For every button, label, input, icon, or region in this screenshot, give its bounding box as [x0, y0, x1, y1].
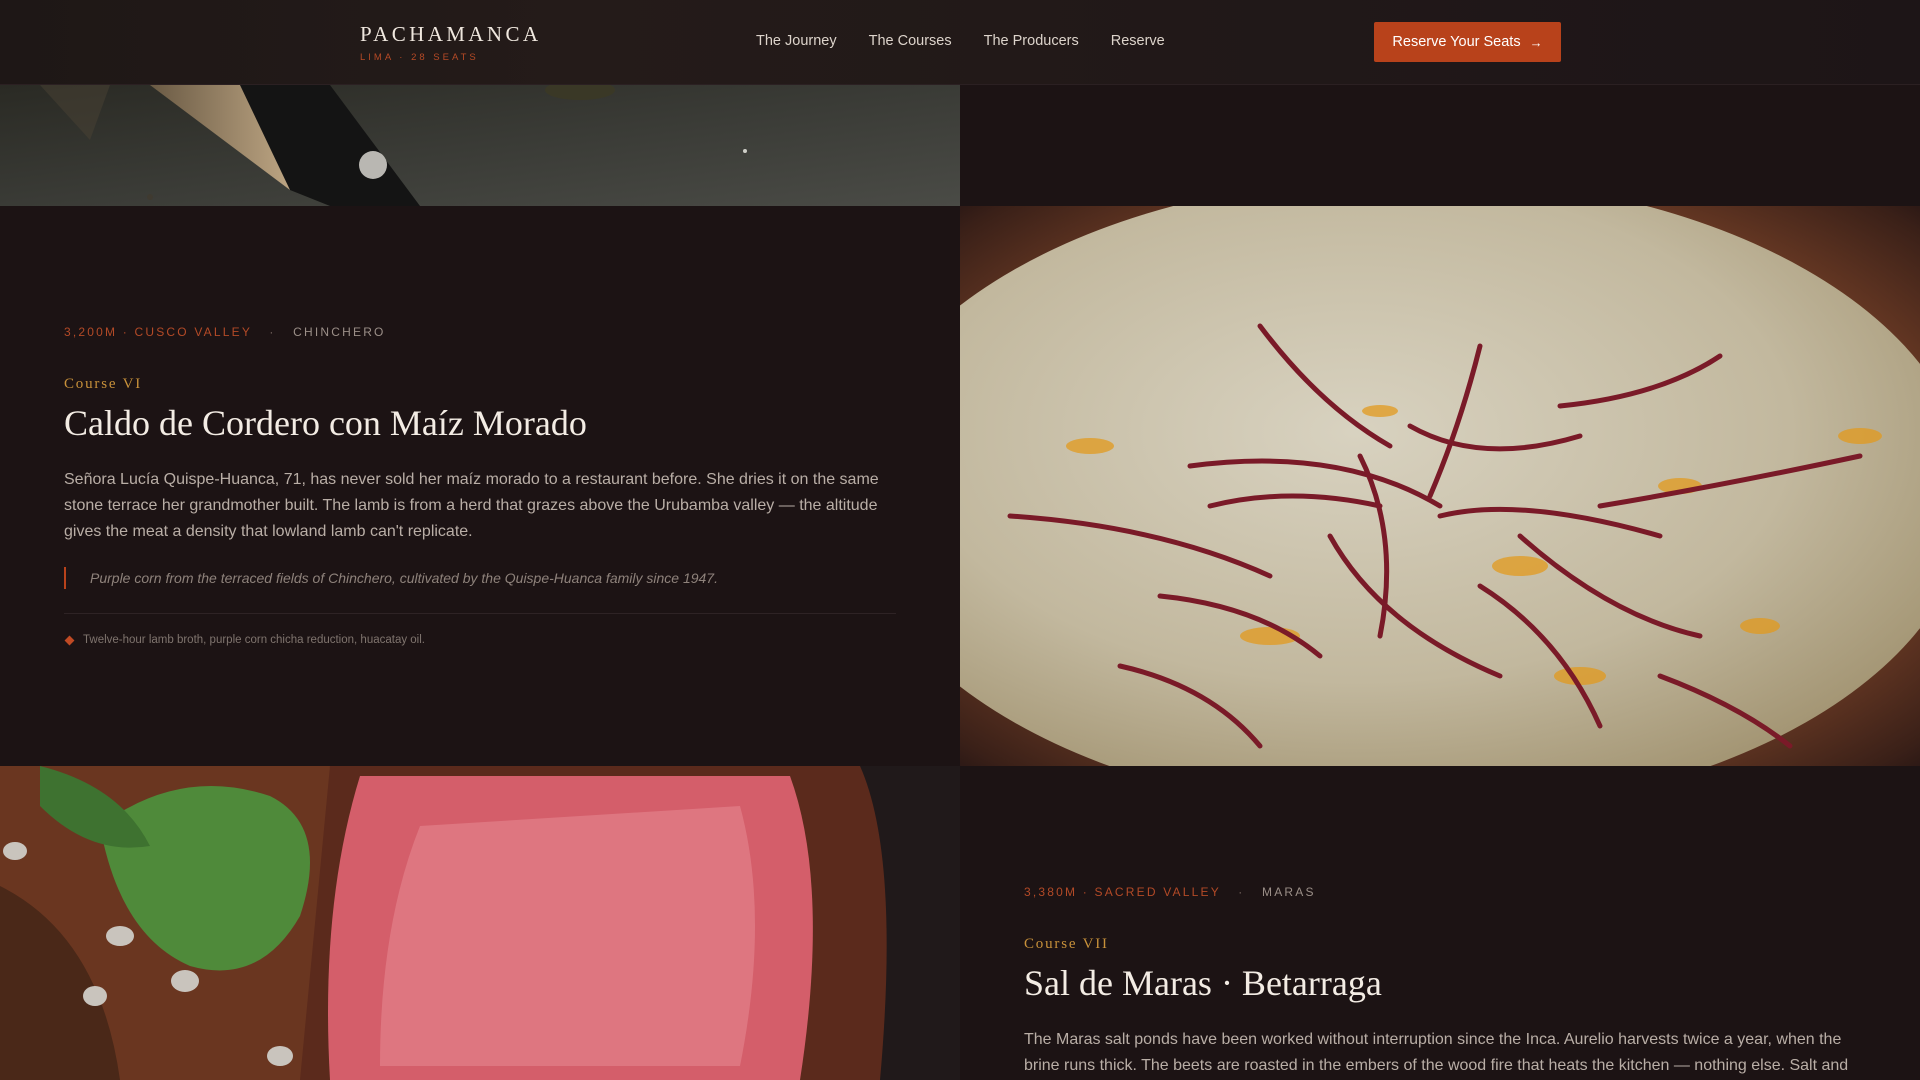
- diamond-bullet-icon: [64, 635, 75, 646]
- course-vii-altitude-region: 3,380M · SACRED VALLEY: [1024, 885, 1221, 899]
- course-vii-location: 3,380M · SACRED VALLEY · MARAS: [1024, 885, 1856, 899]
- divider: [64, 613, 896, 615]
- course-vi-location: 3,200M · CUSCO VALLEY · CHINCHERO: [64, 325, 896, 339]
- main-nav: The Journey The Courses The Producers Re…: [756, 33, 1165, 49]
- course-vii-title: Sal de Maras · Betarraga: [1024, 963, 1382, 1003]
- brand-subtitle: LIMA · 28 SEATS: [360, 52, 479, 63]
- knife-on-slate-photo: [0, 85, 960, 206]
- course-vii-number: Course VII: [1024, 936, 1109, 952]
- meta-separator: ·: [1238, 885, 1245, 899]
- previous-course-text-area: [960, 85, 1920, 206]
- course-vi-number: Course VI: [64, 376, 143, 392]
- nav-link-reserve[interactable]: Reserve: [1111, 33, 1165, 49]
- course-vi-altitude-region: 3,200M · CUSCO VALLEY: [64, 325, 252, 339]
- course-vi-producer-quote: Purple corn from the terraced fields of …: [64, 567, 896, 590]
- course-vi-note-text: Twelve-hour lamb broth, purple corn chic…: [83, 634, 425, 647]
- course-vi-note: Twelve-hour lamb broth, purple corn chic…: [64, 634, 896, 646]
- reserve-seats-label: Reserve Your Seats: [1392, 34, 1521, 50]
- course-vii-panel: 3,380M · SACRED VALLEY · MARAS Course VI…: [1024, 885, 1856, 1079]
- course-vi-panel: 3,200M · CUSCO VALLEY · CHINCHERO Course…: [64, 325, 896, 646]
- site-header: PACHAMANCA LIMA · 28 SEATS The Journey T…: [0, 0, 1920, 85]
- course-vii-place: MARAS: [1262, 885, 1316, 899]
- course-vii-description: The Maras salt ponds have been worked wi…: [1024, 1031, 1849, 1075]
- nav-link-courses[interactable]: The Courses: [869, 33, 952, 49]
- sliced-beef-photo: [0, 766, 960, 1080]
- meta-separator: ·: [269, 325, 276, 339]
- reserve-seats-button[interactable]: Reserve Your Seats →: [1374, 22, 1561, 62]
- nav-link-journey[interactable]: The Journey: [756, 33, 837, 49]
- brand-logo[interactable]: PACHAMANCA LIMA · 28 SEATS: [360, 22, 541, 63]
- arrow-right-icon: →: [1529, 34, 1543, 50]
- course-vi-title: Caldo de Cordero con Maíz Morado: [64, 403, 587, 443]
- nav-link-producers[interactable]: The Producers: [984, 33, 1079, 49]
- soup-bowl-photo: [960, 206, 1920, 766]
- brand-name: PACHAMANCA: [360, 22, 542, 46]
- course-vi-place: CHINCHERO: [293, 325, 386, 339]
- course-vi-description: Señora Lucía Quispe-Huanca, 71, has neve…: [64, 471, 879, 541]
